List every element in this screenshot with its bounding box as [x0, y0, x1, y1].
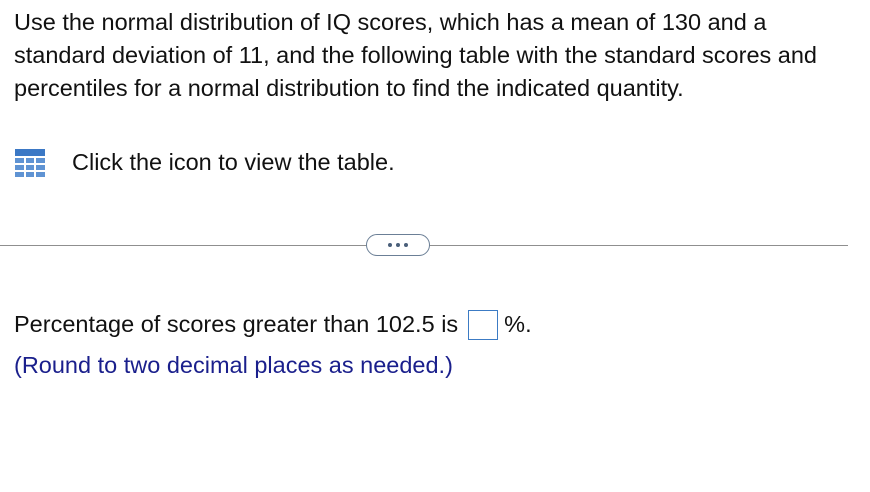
more-dots-icon	[404, 243, 408, 247]
percent-sign: %.	[504, 311, 532, 337]
percentage-answer-input[interactable]	[468, 309, 499, 340]
rounding-hint: (Round to two decimal places as needed.)	[14, 352, 453, 378]
answer-row: Percentage of scores greater than 102.5 …	[14, 308, 532, 341]
answer-prompt: Percentage of scores greater than 102.5 …	[14, 311, 459, 337]
table-grid-icon[interactable]	[14, 147, 46, 178]
more-dots-icon	[388, 243, 392, 247]
expand-more-button[interactable]	[366, 234, 430, 256]
more-dots-icon	[396, 243, 400, 247]
view-table-link[interactable]: Click the icon to view the table.	[14, 146, 395, 179]
view-table-label[interactable]: Click the icon to view the table.	[72, 146, 395, 179]
question-text: Use the normal distribution of IQ scores…	[14, 9, 818, 101]
